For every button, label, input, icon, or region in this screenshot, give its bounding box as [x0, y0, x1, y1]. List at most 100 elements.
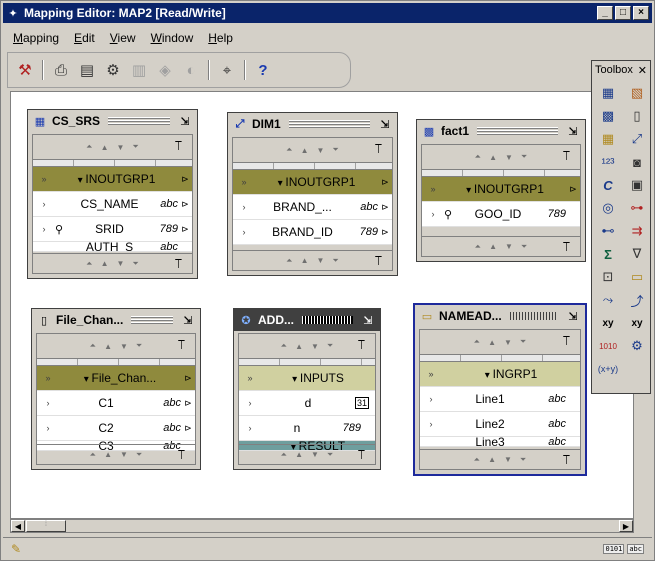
- scroll-up-icon[interactable]: ▲: [489, 242, 497, 251]
- scroll-down-icon[interactable]: ▼: [504, 338, 512, 347]
- scroll-up-icon[interactable]: ▲: [101, 143, 109, 152]
- debug-icon[interactable]: ◐: [180, 59, 202, 81]
- scroll-last-icon[interactable]: ⏷: [332, 145, 338, 155]
- help-icon[interactable]: ?: [252, 59, 274, 81]
- scroll-first-icon[interactable]: ⏶: [281, 450, 287, 460]
- minimize-button[interactable]: _: [597, 6, 613, 20]
- operator-add[interactable]: ✪ ADD... ⇲ ⏶ ▲ ▼ ⏷ ⟙ » INPUTS: [233, 308, 381, 470]
- attribute-row[interactable]: › CS_NAME abc ⊳: [33, 192, 192, 217]
- transform-xy-icon[interactable]: xy: [626, 313, 648, 333]
- expand-icon[interactable]: »: [420, 369, 442, 379]
- attribute-row[interactable]: › BRAND_... abc ⊳: [233, 195, 392, 220]
- scroll-down-icon[interactable]: ▼: [505, 153, 513, 162]
- scroll-last-icon[interactable]: ⏷: [136, 341, 142, 351]
- expand-icon[interactable]: »: [233, 177, 255, 187]
- expand-icon[interactable]: »: [239, 373, 261, 383]
- scroll-down-icon[interactable]: ▼: [311, 342, 319, 351]
- expand-icon[interactable]: »: [33, 174, 55, 184]
- procedure-operator-icon[interactable]: ⚙: [626, 336, 648, 356]
- scroll-down-icon[interactable]: ▼: [317, 146, 325, 155]
- drag-grip[interactable]: [509, 312, 558, 320]
- table-operator-icon[interactable]: ▦: [597, 83, 619, 103]
- scroll-first-icon[interactable]: ⏶: [474, 455, 480, 465]
- connector-icon[interactable]: ›: [37, 398, 59, 408]
- menu-window[interactable]: Window: [141, 29, 199, 49]
- maximize-button[interactable]: □: [615, 6, 631, 20]
- aggregator-operator-icon[interactable]: Σ: [597, 244, 619, 264]
- group-row[interactable]: » INOUTGRP1 ⊳: [422, 177, 580, 202]
- scroll-up-icon[interactable]: ▲: [295, 342, 303, 351]
- scroll-up-icon[interactable]: ▲: [301, 256, 309, 265]
- connector-icon[interactable]: ›: [239, 423, 261, 433]
- drag-grip[interactable]: [131, 316, 173, 324]
- scroll-last-icon[interactable]: ⏷: [132, 259, 138, 269]
- operator-cs-srs[interactable]: ▦ CS_SRS ⇲ ⏶ ▲ ▼ ⏷ ⟙ » INOUTGRP1 ⊳: [27, 109, 198, 279]
- joiner-operator-icon[interactable]: ⊷: [597, 221, 619, 241]
- scroll-last-icon[interactable]: ⏷: [520, 455, 526, 465]
- file-operator-icon[interactable]: ▯: [626, 106, 648, 126]
- scroll-last-icon[interactable]: ⏷: [521, 152, 527, 162]
- attribute-row[interactable]: › ⚲ GOO_ID 789: [422, 202, 580, 227]
- connector-icon[interactable]: ›: [233, 227, 255, 237]
- operator-header[interactable]: ⤢ DIM1 ⇲: [228, 113, 397, 135]
- drag-grip[interactable]: [477, 127, 558, 135]
- scroll-first-icon[interactable]: ⏶: [475, 152, 481, 162]
- scroll-thumb[interactable]: ⁞: [26, 520, 66, 532]
- title-bar[interactable]: ✦ Mapping Editor: MAP2 [Read/Write] _ □ …: [3, 3, 652, 23]
- operator-header[interactable]: ▦ CS_SRS ⇲: [28, 110, 197, 132]
- filter-operator-icon[interactable]: ∇: [626, 244, 648, 264]
- attribute-row[interactable]: AUTH_S abc: [33, 242, 192, 252]
- scroll-down-icon[interactable]: ▼: [117, 143, 125, 152]
- deploy-icon[interactable]: ▥: [128, 59, 150, 81]
- scroll-first-icon[interactable]: ⏶: [86, 259, 92, 269]
- column-resize-icon[interactable]: ⟙: [375, 142, 382, 157]
- scroll-up-icon[interactable]: ▲: [489, 153, 497, 162]
- close-icon[interactable]: ✕: [638, 64, 647, 77]
- scroll-up-icon[interactable]: ▲: [295, 450, 303, 459]
- connector-icon[interactable]: ›: [420, 394, 442, 404]
- operator-header[interactable]: ▯ File_Chan... ⇲: [32, 309, 200, 331]
- attribute-row[interactable]: › n 789: [239, 416, 375, 441]
- scroll-last-icon[interactable]: ⏷: [327, 341, 333, 351]
- drag-grip[interactable]: [108, 117, 170, 125]
- attribute-row[interactable]: Line3 abc: [420, 437, 580, 447]
- tag-icon[interactable]: ⌖: [216, 59, 238, 81]
- operator-header[interactable]: ▭ NAMEAD... ⇲: [415, 305, 585, 327]
- attribute-row[interactable]: › d 31: [239, 391, 375, 416]
- scroll-up-icon[interactable]: ▲: [104, 342, 112, 351]
- column-resize-icon[interactable]: ⟙: [358, 338, 365, 353]
- column-resize-icon[interactable]: ⟙: [563, 149, 570, 164]
- expand-icon[interactable]: »: [422, 184, 444, 194]
- scroll-first-icon[interactable]: ⏶: [86, 142, 92, 152]
- group-row[interactable]: » INPUTS: [239, 366, 375, 391]
- operator-fact1[interactable]: ▩ fact1 ⇲ ⏶ ▲ ▼ ⏷ ⟙ » INOUTGRP1 ⊳: [416, 119, 586, 262]
- attribute-row[interactable]: › Line2 abc: [420, 412, 580, 437]
- set-operation-icon[interactable]: ◎: [597, 198, 619, 218]
- scroll-down-icon[interactable]: ▼: [317, 256, 325, 265]
- splitter-operator-icon[interactable]: ⊶: [626, 198, 648, 218]
- column-resize-icon[interactable]: ⟙: [358, 448, 365, 463]
- scroll-first-icon[interactable]: ⏶: [286, 256, 292, 266]
- fact-operator-icon[interactable]: ▦: [597, 129, 619, 149]
- scroll-left-icon[interactable]: ◀: [11, 520, 25, 532]
- scroll-down-icon[interactable]: ▼: [311, 450, 319, 459]
- scroll-up-icon[interactable]: ▲: [101, 259, 109, 268]
- column-resize-icon[interactable]: ⟙: [175, 139, 182, 154]
- print-icon[interactable]: ⎙: [50, 59, 72, 81]
- expression-xy-icon[interactable]: xy: [597, 313, 619, 333]
- scroll-last-icon[interactable]: ⏷: [332, 256, 338, 266]
- constant-operator-icon[interactable]: C: [597, 175, 619, 195]
- minimize-operator-icon[interactable]: ⇲: [378, 118, 392, 131]
- validate-icon[interactable]: ◈: [154, 59, 176, 81]
- minimize-operator-icon[interactable]: ⇲: [566, 125, 580, 138]
- data-generator-icon[interactable]: 1010: [597, 336, 619, 356]
- attribute-row[interactable]: › ⚲ SRID 789 ⊳: [33, 217, 192, 242]
- minimize-operator-icon[interactable]: ⇲: [566, 310, 580, 323]
- scroll-first-icon[interactable]: ⏶: [474, 337, 480, 347]
- scroll-up-icon[interactable]: ▲: [104, 450, 112, 459]
- scroll-last-icon[interactable]: ⏷: [521, 242, 527, 252]
- attribute-row[interactable]: › BRAND_ID 789 ⊳: [233, 220, 392, 245]
- expand-icon[interactable]: »: [37, 373, 59, 383]
- scroll-first-icon[interactable]: ⏶: [90, 450, 96, 460]
- scroll-up-icon[interactable]: ▲: [488, 455, 496, 464]
